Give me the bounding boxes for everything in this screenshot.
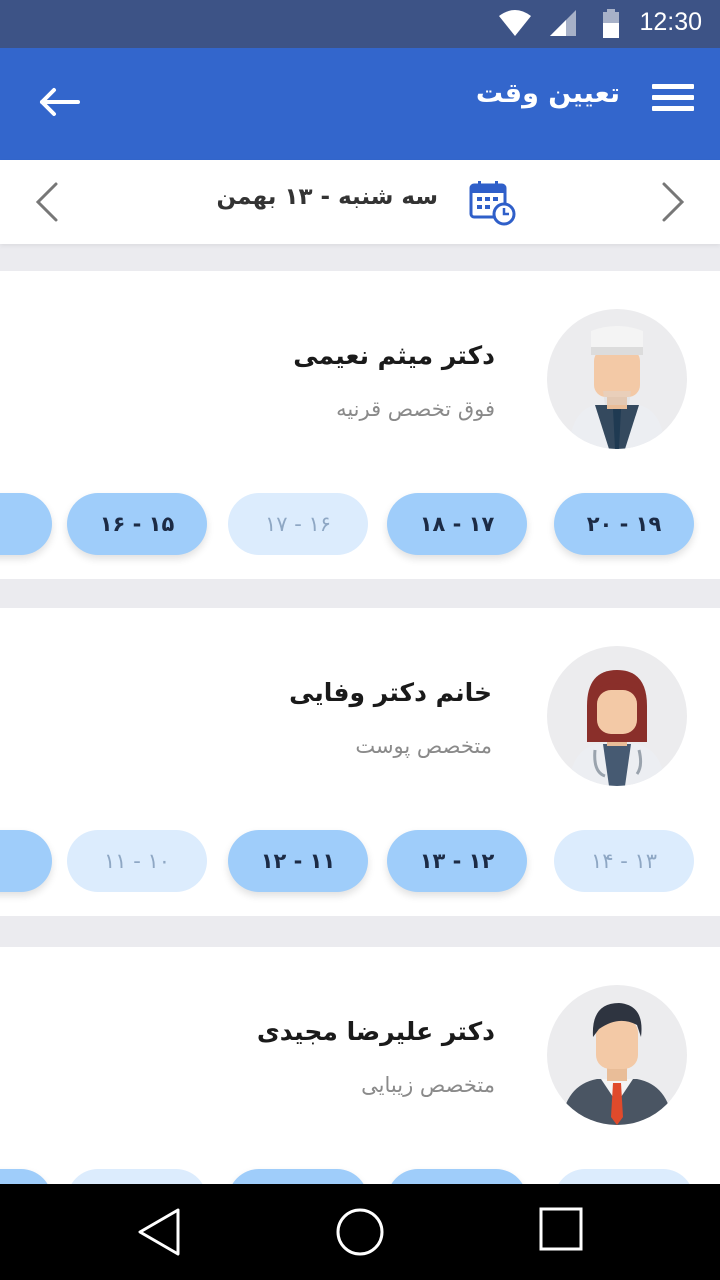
time-slot[interactable]: ۱۶ - ۱۵	[67, 493, 207, 555]
calendar-clock-icon[interactable]	[468, 180, 516, 226]
time-slot-partial[interactable]	[0, 830, 52, 892]
nav-recents-icon[interactable]	[538, 1206, 584, 1252]
time-slot-unavailable: ۱۷ - ۱۶	[228, 493, 368, 555]
time-slot[interactable]: ۱۸ - ۱۷	[387, 493, 527, 555]
page-title: تعیین وقت	[475, 78, 620, 109]
time-slot[interactable]: ۱۳ - ۱۲	[387, 830, 527, 892]
nav-back-icon[interactable]	[134, 1206, 184, 1258]
female-doctor-avatar	[547, 646, 687, 786]
back-arrow-icon[interactable]	[36, 82, 84, 122]
nav-home-icon[interactable]	[334, 1206, 386, 1258]
menu-icon[interactable]	[652, 84, 694, 116]
time-slot-partial[interactable]	[0, 493, 52, 555]
doctor-specialty: متخصص پوست	[355, 734, 492, 758]
doctor-card[interactable]: خانم دکتر وفایی متخصص پوست ۱۴ - ۱۳ ۱۳ - …	[0, 608, 720, 916]
app-bar: تعیین وقت	[0, 48, 720, 160]
doctor-name: خانم دکتر وفایی	[289, 678, 492, 707]
time-slot-unavailable: ۱۴ - ۱۳	[554, 830, 694, 892]
doctor-card[interactable]: دکتر میثم نعیمی فوق تخصص قرنیه ۲۰ - ۱۹ ۱…	[0, 271, 720, 579]
doctor-specialty: متخصص زیبایی	[361, 1073, 495, 1097]
time-slot[interactable]: ۲۰ - ۱۹	[554, 493, 694, 555]
time-slot-unavailable: ۱۱ - ۱۰	[67, 830, 207, 892]
time-slot[interactable]: ۱۲ - ۱۱	[228, 830, 368, 892]
doctor-specialty: فوق تخصص قرنیه	[336, 397, 495, 421]
system-nav-bar	[0, 1184, 720, 1280]
male-doctor-avatar	[547, 309, 687, 449]
doctor-name: دکتر میثم نعیمی	[293, 341, 495, 370]
status-time: 12:30	[639, 8, 702, 36]
businessman-avatar	[547, 985, 687, 1125]
signal-icon	[550, 10, 576, 36]
wifi-icon	[499, 10, 531, 36]
selected-date: سه شنبه - ۱۳ بهمن	[216, 184, 438, 210]
doctor-name: دکتر علیرضا مجیدی	[256, 1017, 495, 1046]
chevron-right-icon[interactable]	[656, 180, 690, 224]
chevron-left-icon[interactable]	[30, 180, 64, 224]
date-selector: سه شنبه - ۱۳ بهمن	[0, 160, 720, 244]
status-bar: 12:30	[0, 0, 720, 48]
battery-icon	[603, 9, 619, 38]
